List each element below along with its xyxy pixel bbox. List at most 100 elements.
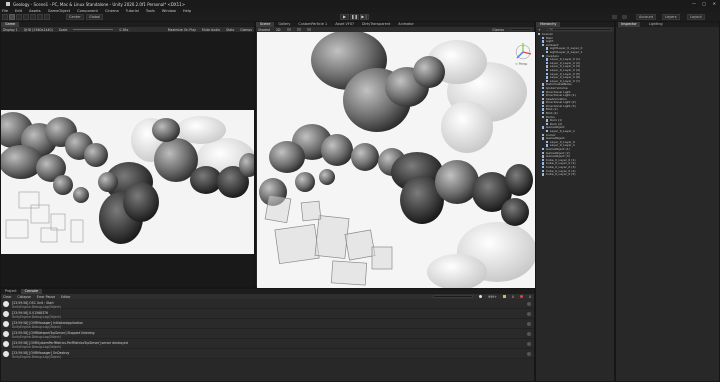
hierarchy-search-input[interactable]: All (546, 28, 612, 31)
scene-render-graphic: < Persp (257, 32, 535, 288)
audio-toggle-icon[interactable] (296, 28, 301, 31)
clear-button[interactable]: Clear (3, 295, 11, 299)
mute-audio-toggle[interactable]: Mute Audio (202, 28, 220, 32)
menu-item-tools[interactable]: Tools (146, 9, 155, 13)
step-button[interactable]: ▶❘ (360, 14, 369, 20)
gameobject-icon (542, 126, 545, 129)
shading-mode-dropdown[interactable]: Shaded (258, 28, 270, 32)
unity-logo-icon (6, 2, 10, 6)
game-letterbox-top (1, 32, 254, 110)
console-message[interactable]: [23:59:58] [OVRSystemPerfMetrics.PerfMet… (1, 339, 534, 349)
tab-customparticle-1[interactable]: CustomParticle 1 (294, 22, 331, 27)
gameobject-icon (546, 65, 549, 68)
gameobject-icon (542, 137, 545, 140)
maximize-button[interactable]: □ (702, 1, 706, 6)
tab-dirtytransparent[interactable]: DirtyTransparent (358, 22, 394, 27)
tab-animator[interactable]: Animator (394, 22, 418, 27)
maximize-on-play-toggle[interactable]: Maximize On Play (168, 28, 196, 32)
collab-icon[interactable] (612, 15, 617, 19)
gameobject-icon (542, 36, 545, 39)
resolution-dropdown[interactable]: QHD (2560x1440) (24, 28, 53, 32)
menu-item-help[interactable]: Help (183, 9, 191, 13)
display-dropdown[interactable]: Display 1 (3, 28, 18, 32)
scale-tool-icon[interactable] (23, 14, 29, 20)
gizmos-toggle[interactable]: Gizmos (240, 28, 252, 32)
pause-button[interactable]: ❚❚ (350, 14, 359, 20)
console-message[interactable]: [23:59:58] [OVRNetworkTcpServer] Stopped… (1, 329, 534, 339)
transform-tools (2, 14, 50, 20)
menu-item-edit[interactable]: Edit (15, 9, 22, 13)
editor-dropdown[interactable]: Editor (61, 295, 70, 299)
gameobject-icon (542, 158, 545, 162)
2d-toggle[interactable]: 2D (276, 28, 280, 32)
rotate-tool-icon[interactable] (16, 14, 22, 20)
gameobject-icon (542, 162, 545, 165)
menu-item-file[interactable]: File (2, 9, 8, 13)
space-toggle-button[interactable]: Global (86, 14, 104, 20)
console-message-trace: UnityEngine.Debug:Log(Object) (12, 344, 61, 349)
menu-item-assets[interactable]: Assets (29, 9, 41, 13)
move-tool-icon[interactable] (9, 14, 15, 20)
scene-render-image[interactable]: < Persp (257, 32, 535, 288)
create-button[interactable]: + (538, 28, 541, 32)
tab-hierarchy[interactable]: Hierarchy (536, 22, 561, 27)
gameobject-icon (542, 133, 545, 137)
close-button[interactable]: ✕ (713, 1, 716, 6)
gameobject-icon (546, 68, 549, 72)
console-message[interactable]: [23:59:58] OSC Unit : Start UnityEngine.D… (1, 299, 534, 309)
game-render-image[interactable] (1, 110, 254, 254)
scale-slider[interactable] (73, 29, 114, 30)
layers-dropdown[interactable]: Layers (662, 14, 680, 20)
gameobject-icon (538, 33, 541, 36)
error-count-icon[interactable] (519, 295, 523, 298)
log-count-icon[interactable] (479, 295, 483, 298)
console-message[interactable]: [23:59:58] 0.01568376 UnityEngine.Debug:L… (1, 309, 534, 319)
tab-console[interactable]: Console (20, 289, 43, 294)
collapse-count-icon (527, 322, 531, 326)
window-title: Geology - Scene1 - PC, Mac & Linux Stand… (13, 1, 186, 7)
scene-search-field[interactable] (510, 28, 532, 31)
collapse-toggle[interactable]: Collapse (17, 295, 31, 299)
account-dropdown[interactable]: Account (636, 14, 657, 20)
custom-tool-icon[interactable] (44, 14, 50, 20)
console-panel: Project Console Clear Collapse Error Pau… (0, 288, 535, 382)
rect-tool-icon[interactable] (30, 14, 36, 20)
error-pause-toggle[interactable]: Error Pause (37, 295, 55, 299)
stats-toggle[interactable]: Stats (226, 28, 234, 32)
menu-item-cinema[interactable]: Cinema (105, 9, 119, 13)
persp-label[interactable]: < Persp (515, 62, 527, 66)
hand-tool-icon[interactable] (2, 14, 8, 20)
layout-dropdown[interactable]: Layout (687, 14, 705, 20)
tab-project[interactable]: Project (1, 289, 21, 294)
tab-asset-vfx[interactable]: Asset VFX? (331, 22, 358, 27)
cloud-icon[interactable] (622, 15, 627, 19)
info-message-icon (3, 331, 9, 337)
tab-game[interactable]: Game (1, 22, 20, 27)
console-message-trace: UnityEngine.Debug:Log(Object) (12, 304, 61, 309)
title-bar: Geology - Scene1 - PC, Mac & Linux Stand… (0, 0, 720, 8)
tab-inspector[interactable]: Inspector (618, 22, 640, 27)
collapse-count-icon (527, 332, 531, 336)
scene-gizmos-dropdown[interactable]: Gizmos (492, 28, 504, 32)
console-message[interactable]: [23:59:58] [OVRManager] InitializeApplic… (1, 319, 534, 329)
effects-toggle-icon[interactable] (306, 28, 311, 31)
hierarchy-item[interactable]: Cube_0_Layer_0 (5) (536, 173, 614, 177)
gameobject-icon (546, 140, 549, 144)
lighting-toggle-icon[interactable] (286, 28, 291, 31)
play-button[interactable]: ▶ (340, 14, 349, 20)
console-search-input[interactable] (433, 295, 474, 298)
tab-gallery[interactable]: Gallery (274, 22, 294, 27)
gameobject-icon (546, 119, 549, 122)
minimize-button[interactable]: — (692, 1, 696, 6)
gameobject-icon (542, 155, 545, 158)
menu-item-gameobject[interactable]: GameObject (48, 9, 70, 13)
tab-lighting[interactable]: Lighting (646, 22, 666, 27)
transform-tool-icon[interactable] (37, 14, 43, 20)
warning-count-icon[interactable] (502, 295, 506, 298)
pivot-toggle-button[interactable]: Center (66, 14, 84, 20)
menu-item-tutorial[interactable]: Tutorial (126, 9, 139, 13)
tab-scene[interactable]: Scene (256, 22, 275, 27)
menu-item-window[interactable]: Window (162, 9, 176, 13)
console-message[interactable]: [23:59:58] [OVRManager] OnDestroy UnityEn… (1, 349, 534, 359)
menu-item-component[interactable]: Component (77, 9, 98, 13)
